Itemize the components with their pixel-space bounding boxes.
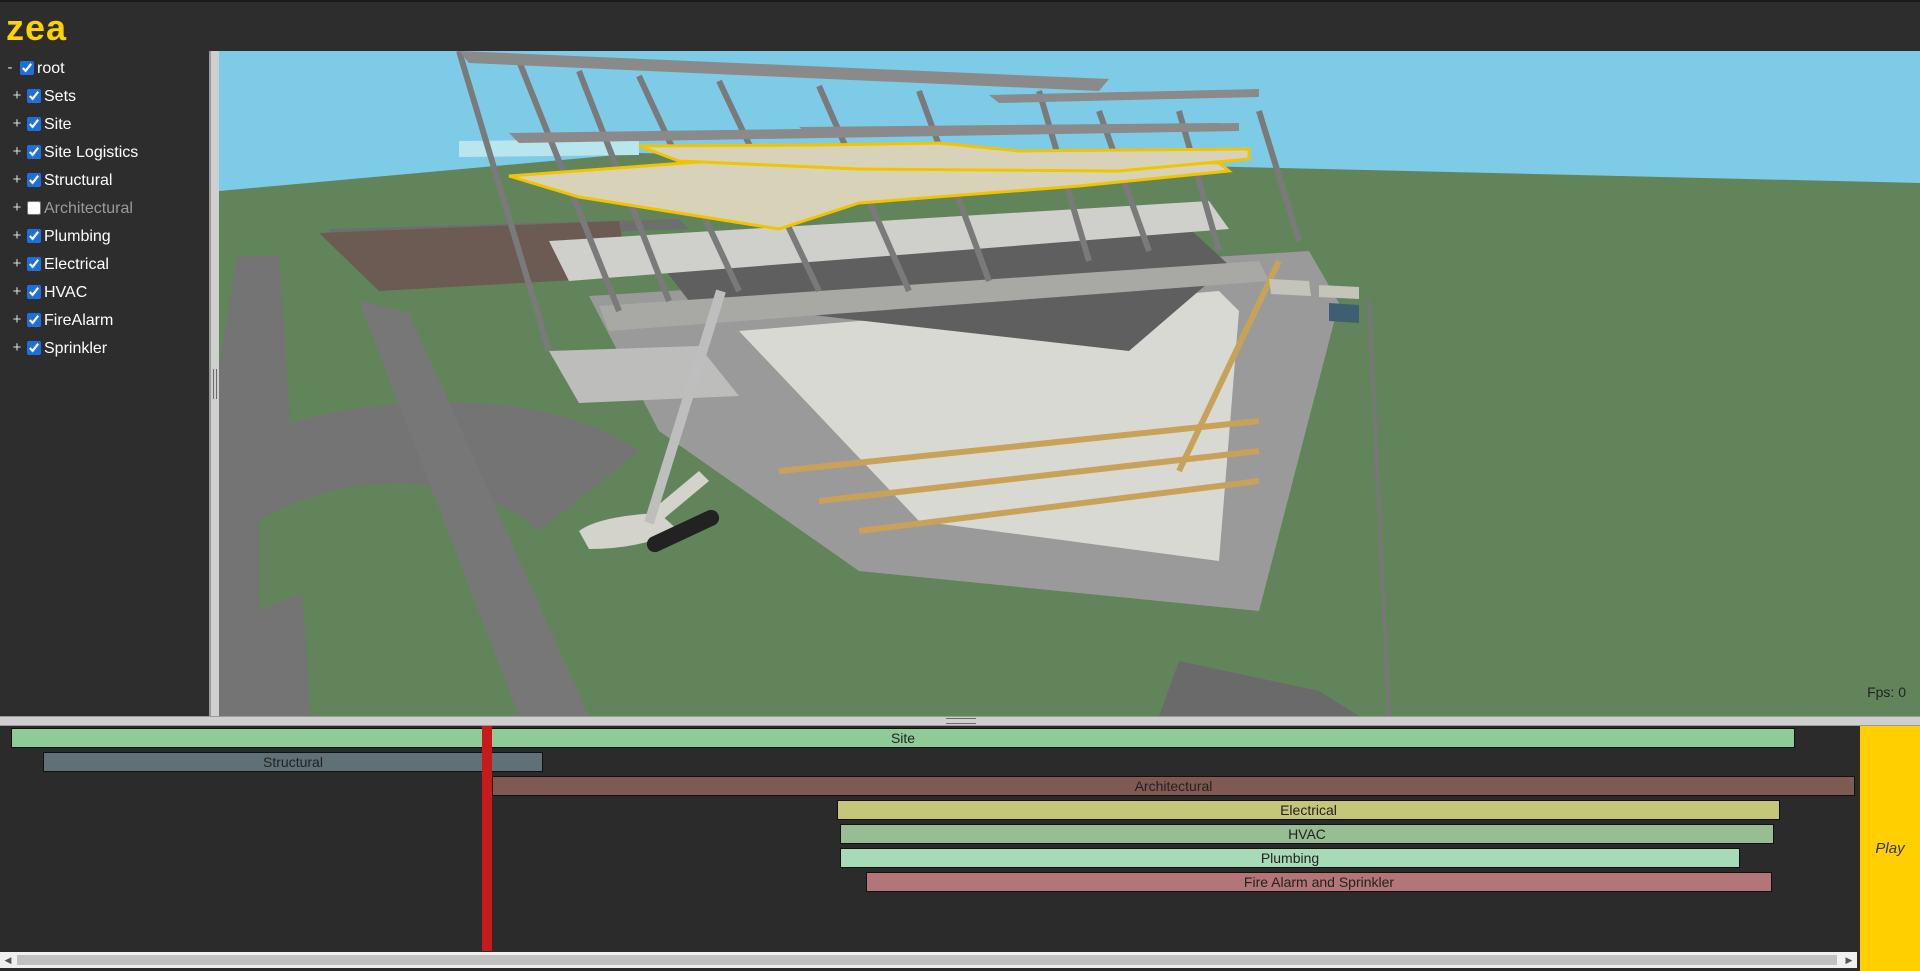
collapse-toggle[interactable]: - [4,58,16,78]
timeline-bar-fire-alarm-and-sprinkler[interactable]: Fire Alarm and Sprinkler [866,872,1772,892]
timeline-panel: Site Structural Architectural Electrical… [0,726,1857,971]
zea-logo: zea [6,10,67,46]
splitter-grip[interactable] [213,369,217,399]
tree-item-label[interactable]: Electrical [44,255,109,275]
expand-toggle[interactable]: + [11,142,23,162]
tree-item-sprinkler: + Sprinkler [0,335,205,363]
timeline-bar-electrical[interactable]: Electrical [837,800,1780,820]
hvac-checkbox[interactable] [27,285,41,299]
play-button[interactable]: Play [1860,726,1920,971]
tree-item-label[interactable]: Site Logistics [44,143,138,163]
tree-item-label[interactable]: Site [44,115,72,135]
scroll-left-icon[interactable]: ◀ [0,952,16,968]
tree-item-sets: + Sets [0,83,205,111]
tree-item-site: + Site [0,111,205,139]
tree-item-structural: + Structural [0,167,205,195]
scrollbar-thumb[interactable] [17,955,1837,965]
tree-item-label[interactable]: Structural [44,171,112,191]
expand-toggle[interactable]: + [11,226,23,246]
tree-item-plumbing: + Plumbing [0,223,205,251]
sprinkler-checkbox[interactable] [27,341,41,355]
horizontal-splitter[interactable] [0,716,1920,726]
tree-item-architectural: + Architectural [0,195,205,223]
firealarm-checkbox[interactable] [27,313,41,327]
tree-item-hvac: + HVAC [0,279,205,307]
scene-tree: - root + Sets + Site + Site Logistics + … [0,55,205,363]
tree-item-label[interactable]: Sets [44,87,76,107]
tree-item-site-logistics: + Site Logistics [0,139,205,167]
plumbing-checkbox[interactable] [27,229,41,243]
trailer-1 [1269,279,1311,296]
timeline-bar-architectural[interactable]: Architectural [492,776,1855,796]
trailer-2 [1319,285,1359,299]
top-bar: zea [0,0,1920,51]
timeline-bar-site[interactable]: Site [11,728,1795,748]
tree-item-label[interactable]: root [37,59,65,79]
vertical-splitter[interactable] [209,51,219,716]
expand-toggle[interactable]: + [11,338,23,358]
scene-tree-panel: - root + Sets + Site + Site Logistics + … [0,51,209,716]
splitter-grip[interactable] [946,718,976,724]
tree-item-label[interactable]: Architectural [44,199,133,219]
structural-checkbox[interactable] [27,173,41,187]
electrical-checkbox[interactable] [27,257,41,271]
scene-render[interactable] [219,51,1920,716]
tree-item-label[interactable]: FireAlarm [44,311,113,331]
3d-viewport[interactable]: Fps: 0 [219,51,1920,716]
play-panel: Play [1857,726,1920,971]
fps-counter: Fps: 0 [1867,684,1906,700]
expand-toggle[interactable]: + [11,170,23,190]
tree-item-label[interactable]: HVAC [44,283,87,303]
tree-item-firealarm: + FireAlarm [0,307,205,335]
tree-item-electrical: + Electrical [0,251,205,279]
root-checkbox[interactable] [20,61,34,75]
timeline-scrollbar[interactable]: ◀ ▶ [0,952,1857,968]
architectural-checkbox[interactable] [27,201,41,215]
tree-item-root: - root [0,55,205,83]
timeline-bar-hvac[interactable]: HVAC [840,824,1774,844]
site-logistics-checkbox[interactable] [27,145,41,159]
expand-toggle[interactable]: + [11,254,23,274]
tree-item-label[interactable]: Plumbing [44,227,111,247]
vehicle [1329,303,1359,323]
timeline-bar-plumbing[interactable]: Plumbing [840,848,1740,868]
expand-toggle[interactable]: + [11,114,23,134]
timeline-playhead[interactable] [482,726,492,951]
sets-checkbox[interactable] [27,89,41,103]
logo-text: zea [6,10,67,46]
site-checkbox[interactable] [27,117,41,131]
expand-toggle[interactable]: + [11,198,23,218]
scroll-right-icon[interactable]: ▶ [1841,952,1857,968]
tree-item-label[interactable]: Sprinkler [44,339,107,359]
timeline-bar-structural[interactable]: Structural [43,752,543,772]
expand-toggle[interactable]: + [11,86,23,106]
expand-toggle[interactable]: + [11,282,23,302]
expand-toggle[interactable]: + [11,310,23,330]
